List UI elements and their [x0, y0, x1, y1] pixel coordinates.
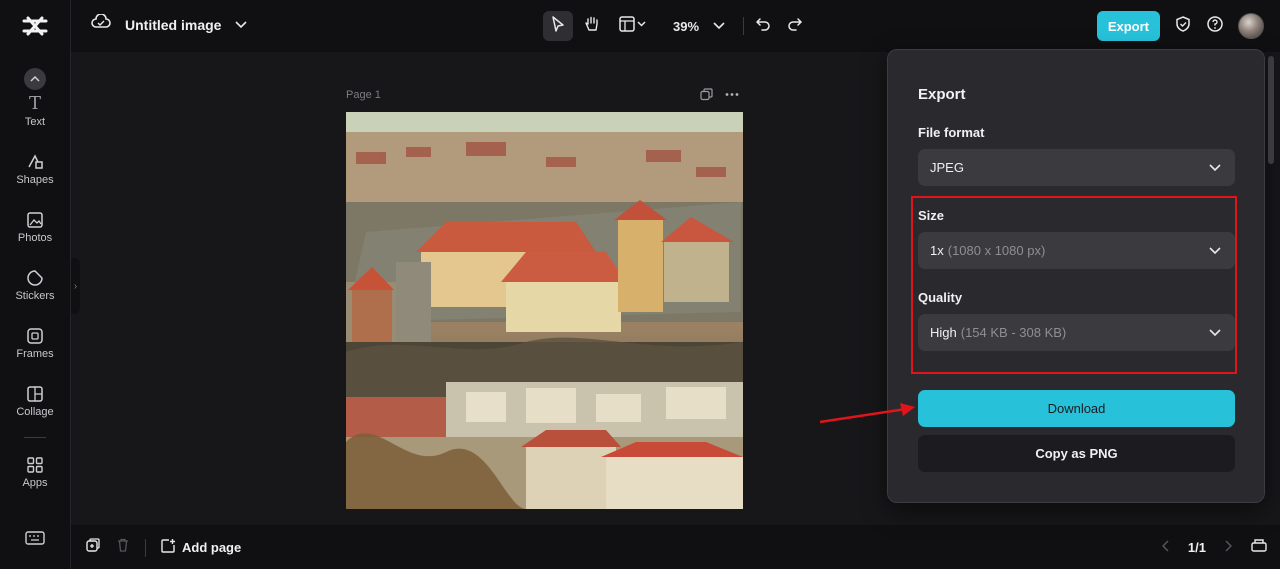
- size-label: Size: [918, 208, 945, 223]
- sidebar-item-label: Collage: [16, 406, 54, 418]
- apps-icon: [25, 455, 45, 475]
- add-page-label: Add page: [182, 540, 242, 555]
- sidebar-item-label: Stickers: [15, 290, 55, 302]
- sidebar-item-label: Text: [24, 116, 46, 128]
- canvas-photo[interactable]: [346, 112, 743, 509]
- annotation-arrow-icon: [819, 403, 915, 424]
- page-count: 1/1: [1187, 540, 1206, 555]
- hand-icon: [583, 15, 601, 38]
- shapes-icon: [25, 152, 45, 172]
- collage-icon: [25, 384, 45, 404]
- collapse-up-icon[interactable]: [24, 68, 46, 90]
- size-value: 1x: [930, 243, 944, 258]
- undo-button[interactable]: [748, 11, 778, 41]
- zoom-chevron-down-icon[interactable]: [713, 17, 725, 35]
- sidebar-item-label: Apps: [22, 477, 48, 489]
- text-icon: T: [28, 93, 41, 114]
- top-bar: Untitled image 39% Export: [71, 0, 1280, 52]
- sidebar-item-frames[interactable]: Frames: [0, 326, 70, 374]
- redo-icon: [787, 16, 803, 37]
- pointer-icon: [550, 15, 566, 38]
- chevron-down-icon: [1209, 325, 1221, 340]
- sidebar-item-shapes[interactable]: Shapes: [0, 152, 70, 200]
- chevron-down-icon: [1209, 160, 1221, 175]
- frames-icon: [25, 326, 45, 346]
- size-detail: (1080 x 1080 px): [947, 243, 1046, 258]
- sidebar-divider: [24, 437, 46, 438]
- hand-tool-button[interactable]: [577, 11, 607, 41]
- cloud-sync-icon[interactable]: [91, 13, 111, 35]
- castle-city-photo: [346, 112, 743, 509]
- redo-button[interactable]: [780, 11, 810, 41]
- sidebar-item-collage[interactable]: Collage: [0, 384, 70, 432]
- sidebar-expand-handle[interactable]: ›: [71, 258, 80, 314]
- left-sidebar: T Text Shapes Photos Stickers Frames Col…: [0, 0, 71, 569]
- prev-page-icon[interactable]: [1161, 539, 1170, 557]
- sidebar-item-label: Shapes: [16, 174, 54, 186]
- undo-icon: [755, 16, 771, 37]
- pages-panel-icon[interactable]: [1250, 537, 1268, 558]
- add-layer-icon[interactable]: [85, 537, 101, 558]
- shield-icon[interactable]: [1174, 15, 1192, 38]
- quality-label: Quality: [918, 290, 963, 305]
- export-button[interactable]: Export: [1096, 11, 1160, 41]
- sidebar-item-label: Frames: [16, 348, 54, 360]
- file-format-value: JPEG: [930, 160, 964, 175]
- sidebar-item-photos[interactable]: Photos: [0, 210, 70, 258]
- avatar[interactable]: [1238, 13, 1264, 39]
- export-panel: Export File format JPEG Size 1x (1080 x 1…: [887, 49, 1265, 503]
- quality-value: High: [930, 325, 957, 340]
- layout-icon: [619, 15, 647, 37]
- keyboard-shortcuts-icon[interactable]: [24, 530, 46, 546]
- help-icon[interactable]: [1206, 15, 1224, 38]
- sidebar-item-text[interactable]: T Text: [0, 94, 70, 142]
- toolbar-divider: [743, 17, 745, 35]
- app-window: T Text Shapes Photos Stickers Frames Col…: [0, 0, 1280, 569]
- photos-icon: [25, 210, 45, 230]
- layout-dropdown-button[interactable]: [613, 11, 653, 41]
- copy-as-png-button[interactable]: Copy as PNG: [918, 435, 1235, 472]
- select-tool-button[interactable]: [543, 11, 573, 41]
- next-page-icon[interactable]: [1224, 539, 1233, 557]
- quality-select[interactable]: High (154 KB - 308 KB): [918, 314, 1235, 351]
- chevron-down-icon[interactable]: [235, 16, 248, 34]
- chevron-right-icon: ›: [73, 280, 78, 292]
- quality-detail: (154 KB - 308 KB): [960, 325, 1067, 340]
- capcut-logo-icon[interactable]: [22, 14, 48, 38]
- bottom-bar: Add page 1/1: [71, 525, 1280, 569]
- file-format-label: File format: [918, 125, 985, 140]
- size-select[interactable]: 1x (1080 x 1080 px): [918, 232, 1235, 269]
- delete-icon[interactable]: [115, 537, 131, 558]
- document-title[interactable]: Untitled image: [125, 17, 221, 33]
- bottom-divider: [145, 538, 146, 557]
- file-format-select[interactable]: JPEG: [918, 149, 1235, 186]
- duplicate-page-icon[interactable]: [700, 88, 713, 106]
- sidebar-item-label: Photos: [17, 232, 53, 244]
- page-label: Page 1: [346, 89, 381, 101]
- zoom-level[interactable]: 39%: [673, 19, 699, 34]
- download-button[interactable]: Download: [918, 390, 1235, 427]
- add-page-button[interactable]: Add page: [160, 538, 241, 557]
- export-panel-title: Export: [918, 86, 966, 103]
- chevron-down-icon: [1209, 243, 1221, 258]
- sidebar-item-apps[interactable]: Apps: [0, 455, 70, 503]
- more-options-icon[interactable]: [725, 88, 739, 106]
- stickers-icon: [25, 268, 45, 288]
- add-page-icon: [160, 538, 176, 557]
- scrollbar[interactable]: [1268, 56, 1274, 164]
- sidebar-item-stickers[interactable]: Stickers: [0, 268, 70, 316]
